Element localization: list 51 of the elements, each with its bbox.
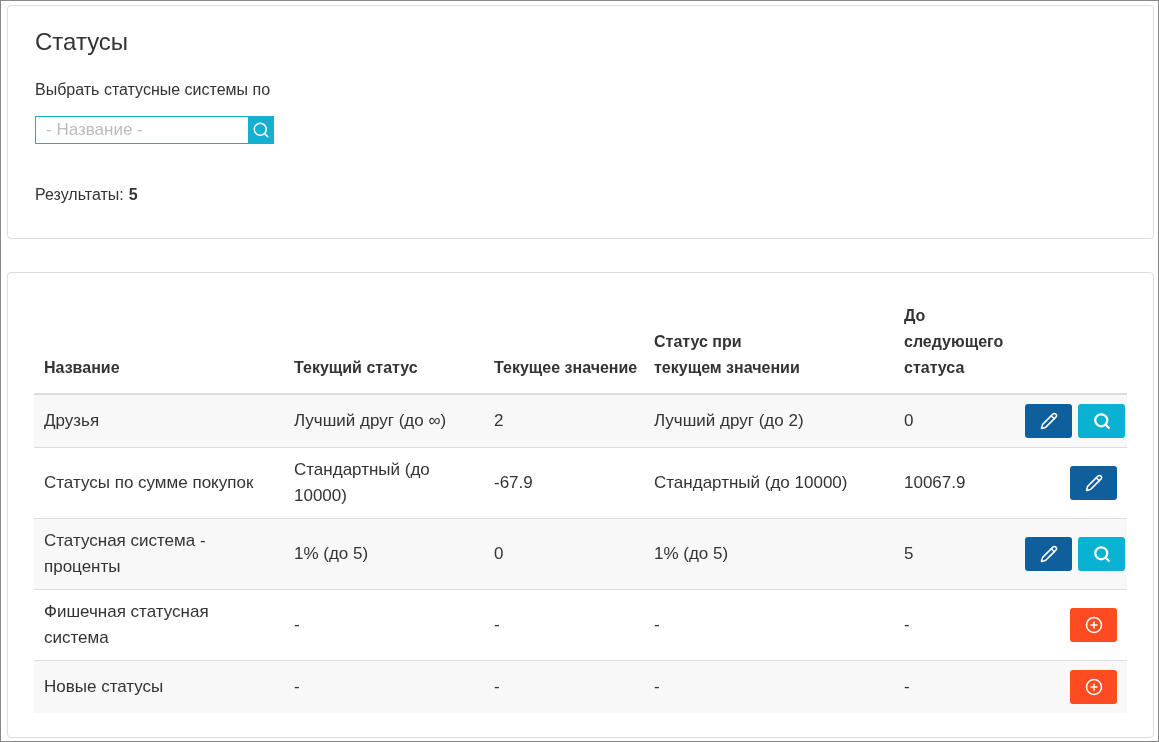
table-cell: Стандартный (до 10000) [284, 447, 484, 519]
table-cell: Новые статусы [34, 660, 284, 713]
table-cell: - [894, 660, 1019, 713]
table-cell: Лучший друг (до ∞) [284, 394, 484, 448]
table-cell: - [284, 589, 484, 661]
page-title: Статусы [35, 28, 130, 56]
table-cell: 10067.9 [894, 447, 1019, 519]
pencil-icon [1084, 474, 1103, 492]
results-count: 5 [128, 186, 138, 204]
edit-button[interactable] [1025, 404, 1072, 438]
pencil-icon [1039, 545, 1058, 563]
column-header: Текущий статус [294, 358, 418, 378]
pencil-icon [1039, 412, 1058, 430]
results-label: Результаты: [35, 186, 124, 204]
plus-circle-icon [1084, 616, 1103, 634]
search-icon [1092, 412, 1111, 430]
search-icon [252, 121, 270, 139]
search-field[interactable]: - Название - [35, 116, 248, 144]
plus-circle-icon [1084, 678, 1103, 696]
table-cell: 1% (до 5) [644, 518, 894, 590]
table-cell: - [484, 589, 644, 661]
view-button[interactable] [1078, 537, 1125, 571]
table-cell: 0 [484, 518, 644, 590]
add-button[interactable] [1070, 670, 1117, 704]
table-cell: -67.9 [484, 447, 644, 519]
table-cell: Статусная система - проценты [34, 518, 284, 590]
table-cell: 1% (до 5) [284, 518, 484, 590]
view-button[interactable] [1078, 404, 1125, 438]
table-cell: - [894, 589, 1019, 661]
table-cell: Стандартный (до 10000) [644, 447, 894, 519]
search-icon [1092, 545, 1111, 563]
column-header: Название [44, 358, 120, 378]
table-cell: Друзья [34, 394, 284, 448]
edit-button[interactable] [1070, 466, 1117, 500]
table-cell: - [284, 660, 484, 713]
filter-label: Выбрать статусные системы по [35, 81, 271, 99]
table-cell: - [644, 589, 894, 661]
table-cell: - [484, 660, 644, 713]
edit-button[interactable] [1025, 537, 1072, 571]
column-header: До следующего статуса [904, 306, 1005, 378]
column-header: Текущее значение [494, 358, 638, 378]
table-cell: 5 [894, 518, 1019, 590]
add-button[interactable] [1070, 608, 1117, 642]
column-header: Статус при текущем значении [654, 332, 801, 378]
table-cell: 0 [894, 394, 1019, 448]
table-cell: Лучший друг (до 2) [644, 394, 894, 448]
table-cell: - [644, 660, 894, 713]
search-button[interactable] [248, 116, 274, 144]
table-cell: Фишечная статусная система [34, 589, 284, 661]
table-cell: Статусы по сумме покупок [34, 447, 284, 519]
table-cell: 2 [484, 394, 644, 448]
